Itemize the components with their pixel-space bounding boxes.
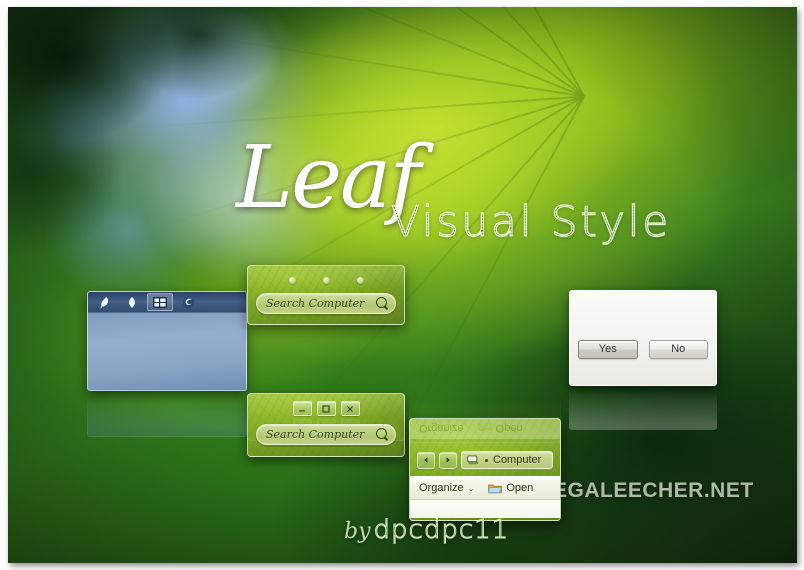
caption-dots-row [248,266,404,290]
breadcrumb-current[interactable]: Computer [493,454,541,466]
taskbar-strip [88,292,246,313]
close-icon[interactable] [340,401,360,416]
search-window-a[interactable]: Search Computer [247,265,405,325]
explorer-toolbar: Organize ⌄ Open [410,476,560,500]
taskbar-item-feather-icon[interactable] [91,293,117,311]
theme-subtitle: Visual Style [390,196,672,246]
minimize-glyph-icon [299,409,305,411]
magnifier-icon [376,297,389,310]
taskbar-window-body [88,313,246,390]
firefox-icon [182,296,194,308]
poster-title-block: Leaf Visual Style [236,135,669,255]
maximize-glyph-icon [322,404,330,413]
computer-icon [467,455,478,465]
leaf-icon [129,296,135,308]
search-input-a[interactable]: Search Computer [256,293,396,314]
folder-open-icon [488,484,503,493]
explorer-nav-row: Computer [410,447,560,473]
feather-icon [99,296,108,308]
dialog-button-row: Yes No [570,336,716,362]
open-label: Open [506,482,534,494]
organize-menu-button[interactable]: Organize ⌄ [419,482,474,494]
minimize-icon[interactable] [292,401,312,416]
yes-button[interactable]: Yes [578,339,638,359]
explorer-preview-window[interactable]: Computer Organize ⌄ Open [409,418,561,521]
open-button[interactable]: Open [488,482,533,494]
byline: by dpcdpc11 [344,514,510,545]
windows-explorer-icon [153,296,167,308]
taskbar-preview-window[interactable] [87,291,247,391]
magnifier-icon [376,428,389,441]
byline-author: dpcdpc11 [373,514,510,545]
no-button[interactable]: No [648,339,708,359]
caption-buttons-row [248,394,404,418]
byline-prefix: by [344,519,371,544]
poster-canvas: Leaf Visual Style Search Computer Search… [0,0,804,570]
explorer-content-pane [410,500,560,518]
maximize-dot-icon[interactable] [322,276,330,284]
minimize-dot-icon[interactable] [288,276,296,284]
site-watermark: MEGALEECHER.NET [535,479,754,502]
search-window-b[interactable]: Search Computer [247,393,405,457]
poster-image-frame: Leaf Visual Style Search Computer Search… [8,7,797,563]
organize-label: Organize [419,482,464,494]
back-arrow-glyph-icon [424,457,428,463]
dialog-footer-area [570,362,716,384]
search-placeholder-b: Search Computer [266,428,365,441]
taskbar-item-windows-explorer-icon[interactable] [147,293,173,311]
explorer-title-area [410,419,560,447]
search-placeholder-a: Search Computer [266,297,365,310]
forward-arrow-glyph-icon [446,457,450,463]
maximize-icon[interactable] [316,401,336,416]
search-input-b[interactable]: Search Computer [256,424,396,445]
confirm-dialog-window[interactable]: Yes No [569,290,717,386]
chevron-down-icon: ⌄ [467,483,475,493]
taskbar-item-firefox-icon[interactable] [175,293,201,311]
close-glyph-icon [347,405,353,412]
dialog-message-area [570,291,716,336]
address-bar[interactable]: Computer [461,451,553,469]
close-dot-icon[interactable] [356,276,364,284]
breadcrumb-separator-icon [485,458,488,462]
taskbar-item-leaf-icon[interactable] [119,293,145,311]
forward-arrow-icon[interactable] [439,451,457,469]
back-arrow-icon[interactable] [417,451,435,469]
